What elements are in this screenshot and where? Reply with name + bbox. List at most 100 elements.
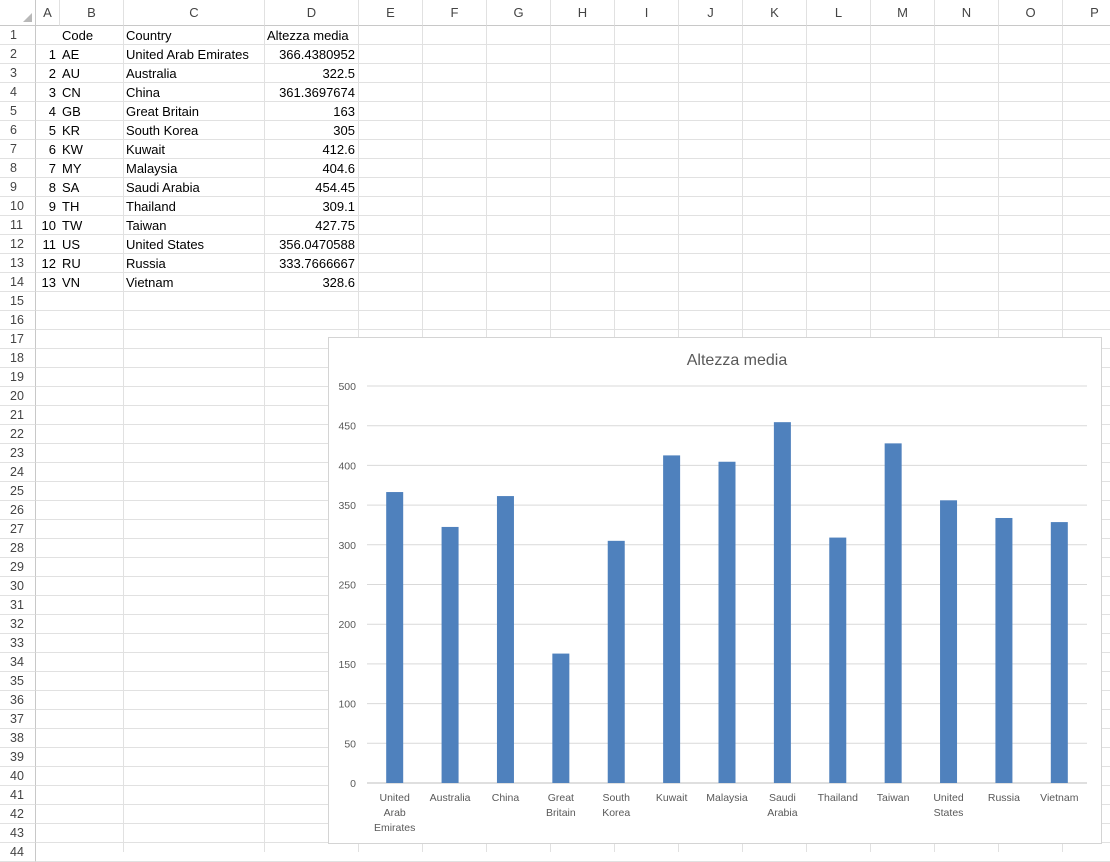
row-header-36[interactable]: 36 [0, 691, 36, 710]
row-header-44[interactable]: 44 [0, 843, 36, 862]
row-header-23[interactable]: 23 [0, 444, 36, 463]
row-header-41[interactable]: 41 [0, 786, 36, 805]
column-header-I[interactable]: I [615, 0, 679, 26]
row-header-33[interactable]: 33 [0, 634, 36, 653]
cell-index[interactable]: 1 [36, 45, 59, 64]
cell-country[interactable]: Great Britain [124, 102, 264, 121]
cell-value[interactable]: 328.6 [265, 273, 358, 292]
cell-code[interactable]: AU [60, 64, 123, 83]
cell-code[interactable]: CN [60, 83, 123, 102]
cell-code[interactable]: KR [60, 121, 123, 140]
row-header-16[interactable]: 16 [0, 311, 36, 330]
row-header-29[interactable]: 29 [0, 558, 36, 577]
row-header-11[interactable]: 11 [0, 216, 36, 235]
cell-value[interactable]: 361.3697674 [265, 83, 358, 102]
cell-value[interactable]: 454.45 [265, 178, 358, 197]
cell-value[interactable]: 366.4380952 [265, 45, 358, 64]
cell-value[interactable]: 309.1 [265, 197, 358, 216]
cell-country[interactable]: Taiwan [124, 216, 264, 235]
bar-chart[interactable]: Altezza media 0 50 100 150 200 250 300 350 400 450… [328, 337, 1102, 844]
cell-country[interactable]: South Korea [124, 121, 264, 140]
cell-value[interactable]: 356.0470588 [265, 235, 358, 254]
column-header-C[interactable]: C [124, 0, 265, 26]
header-cell-country[interactable]: Country [124, 26, 264, 45]
row-header-30[interactable]: 30 [0, 577, 36, 596]
row-header-31[interactable]: 31 [0, 596, 36, 615]
cell-value[interactable]: 412.6 [265, 140, 358, 159]
row-header-38[interactable]: 38 [0, 729, 36, 748]
cell-value[interactable]: 305 [265, 121, 358, 140]
cell-code[interactable]: US [60, 235, 123, 254]
cell-index[interactable]: 12 [36, 254, 59, 273]
row-header-4[interactable]: 4 [0, 83, 36, 102]
header-cell-code[interactable]: Code [60, 26, 123, 45]
row-header-39[interactable]: 39 [0, 748, 36, 767]
row-header-8[interactable]: 8 [0, 159, 36, 178]
row-header-13[interactable]: 13 [0, 254, 36, 273]
cell-country[interactable]: Australia [124, 64, 264, 83]
row-header-3[interactable]: 3 [0, 64, 36, 83]
row-header-2[interactable]: 2 [0, 45, 36, 64]
cell-code[interactable]: KW [60, 140, 123, 159]
cell-index[interactable]: 8 [36, 178, 59, 197]
cell-value[interactable]: 333.7666667 [265, 254, 358, 273]
row-header-40[interactable]: 40 [0, 767, 36, 786]
cell-value[interactable]: 404.6 [265, 159, 358, 178]
cell-index[interactable]: 9 [36, 197, 59, 216]
cell-index[interactable]: 2 [36, 64, 59, 83]
cell-country[interactable]: Kuwait [124, 140, 264, 159]
cell-code[interactable]: MY [60, 159, 123, 178]
row-header-20[interactable]: 20 [0, 387, 36, 406]
cell-country[interactable]: Saudi Arabia [124, 178, 264, 197]
row-header-34[interactable]: 34 [0, 653, 36, 672]
cell-value[interactable]: 322.5 [265, 64, 358, 83]
cell-code[interactable]: AE [60, 45, 123, 64]
row-header-12[interactable]: 12 [0, 235, 36, 254]
cell-country[interactable]: United States [124, 235, 264, 254]
column-header-G[interactable]: G [487, 0, 551, 26]
row-header-42[interactable]: 42 [0, 805, 36, 824]
cell-code[interactable]: SA [60, 178, 123, 197]
row-header-22[interactable]: 22 [0, 425, 36, 444]
column-header-E[interactable]: E [359, 0, 423, 26]
cell-country[interactable]: United Arab Emirates [124, 45, 264, 64]
column-header-N[interactable]: N [935, 0, 999, 26]
select-all-corner[interactable] [0, 0, 36, 26]
spreadsheet[interactable]: ABCDEFGHIJKLMNOP 1 2 3 4 5 6 7 8 9 10 11 12 13 14 15 16… [0, 0, 1110, 862]
row-header-9[interactable]: 9 [0, 178, 36, 197]
cell-code[interactable]: VN [60, 273, 123, 292]
row-header-6[interactable]: 6 [0, 121, 36, 140]
cell-index[interactable]: 11 [36, 235, 59, 254]
cell-code[interactable]: TH [60, 197, 123, 216]
column-header-A[interactable]: A [36, 0, 60, 26]
row-header-19[interactable]: 19 [0, 368, 36, 387]
cell-country[interactable]: Vietnam [124, 273, 264, 292]
cell-index[interactable]: 10 [36, 216, 59, 235]
column-header-H[interactable]: H [551, 0, 615, 26]
row-header-25[interactable]: 25 [0, 482, 36, 501]
row-header-24[interactable]: 24 [0, 463, 36, 482]
cell-value[interactable]: 427.75 [265, 216, 358, 235]
cell-index[interactable]: 5 [36, 121, 59, 140]
row-header-15[interactable]: 15 [0, 292, 36, 311]
cell-code[interactable]: GB [60, 102, 123, 121]
column-header-L[interactable]: L [807, 0, 871, 26]
row-header-28[interactable]: 28 [0, 539, 36, 558]
column-header-D[interactable]: D [265, 0, 359, 26]
row-header-32[interactable]: 32 [0, 615, 36, 634]
row-header-17[interactable]: 17 [0, 330, 36, 349]
row-header-14[interactable]: 14 [0, 273, 36, 292]
column-header-O[interactable]: O [999, 0, 1063, 26]
column-header-P[interactable]: P [1063, 0, 1110, 26]
row-header-10[interactable]: 10 [0, 197, 36, 216]
row-header-37[interactable]: 37 [0, 710, 36, 729]
row-header-27[interactable]: 27 [0, 520, 36, 539]
column-header-K[interactable]: K [743, 0, 807, 26]
header-cell-altezza-media[interactable]: Altezza media [265, 26, 358, 45]
column-header-B[interactable]: B [60, 0, 124, 26]
cell-index[interactable]: 3 [36, 83, 59, 102]
cell-country[interactable]: Russia [124, 254, 264, 273]
cell-country[interactable]: Thailand [124, 197, 264, 216]
cell-country[interactable]: China [124, 83, 264, 102]
cell-index[interactable]: 7 [36, 159, 59, 178]
